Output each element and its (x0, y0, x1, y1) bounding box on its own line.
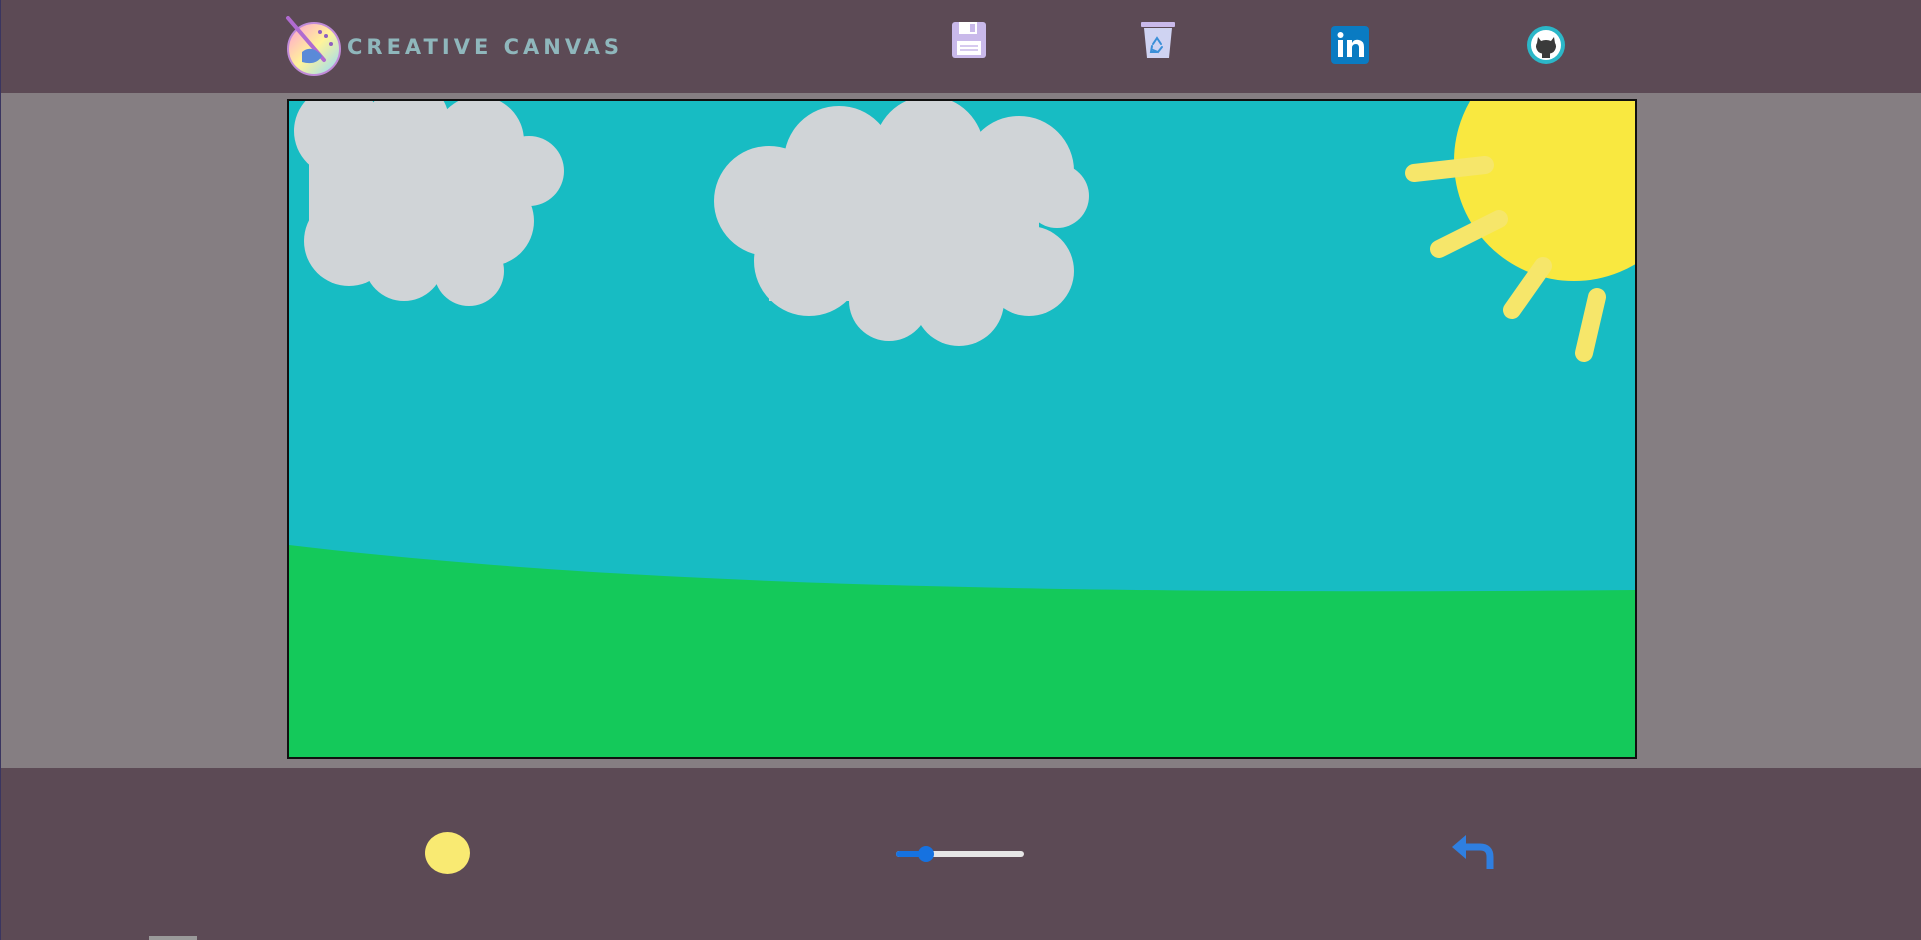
color-picker[interactable] (425, 832, 470, 874)
undo-button[interactable] (1450, 829, 1496, 873)
github-icon (1527, 26, 1565, 64)
slider-thumb[interactable] (918, 846, 934, 862)
clear-canvas-button[interactable] (1137, 19, 1179, 61)
brush-size-slider[interactable] (896, 846, 1024, 862)
undo-arrow-icon (1452, 835, 1494, 869)
top-toolbar: CREATIVE CANVAS (1, 0, 1921, 93)
save-button[interactable] (948, 19, 990, 61)
drawing-canvas[interactable] (287, 99, 1637, 759)
recycle-bin-icon (1141, 22, 1175, 58)
app-title: CREATIVE CANVAS (347, 35, 624, 59)
palette-brush-icon (286, 16, 341, 76)
scrollbar-thumb[interactable] (149, 936, 197, 940)
linkedin-link[interactable] (1329, 24, 1371, 66)
app-logo: CREATIVE CANVAS (284, 16, 623, 78)
canvas-artwork (289, 101, 1635, 757)
floppy-disk-icon (952, 22, 986, 58)
github-link[interactable] (1525, 24, 1567, 66)
linkedin-icon (1331, 26, 1369, 64)
